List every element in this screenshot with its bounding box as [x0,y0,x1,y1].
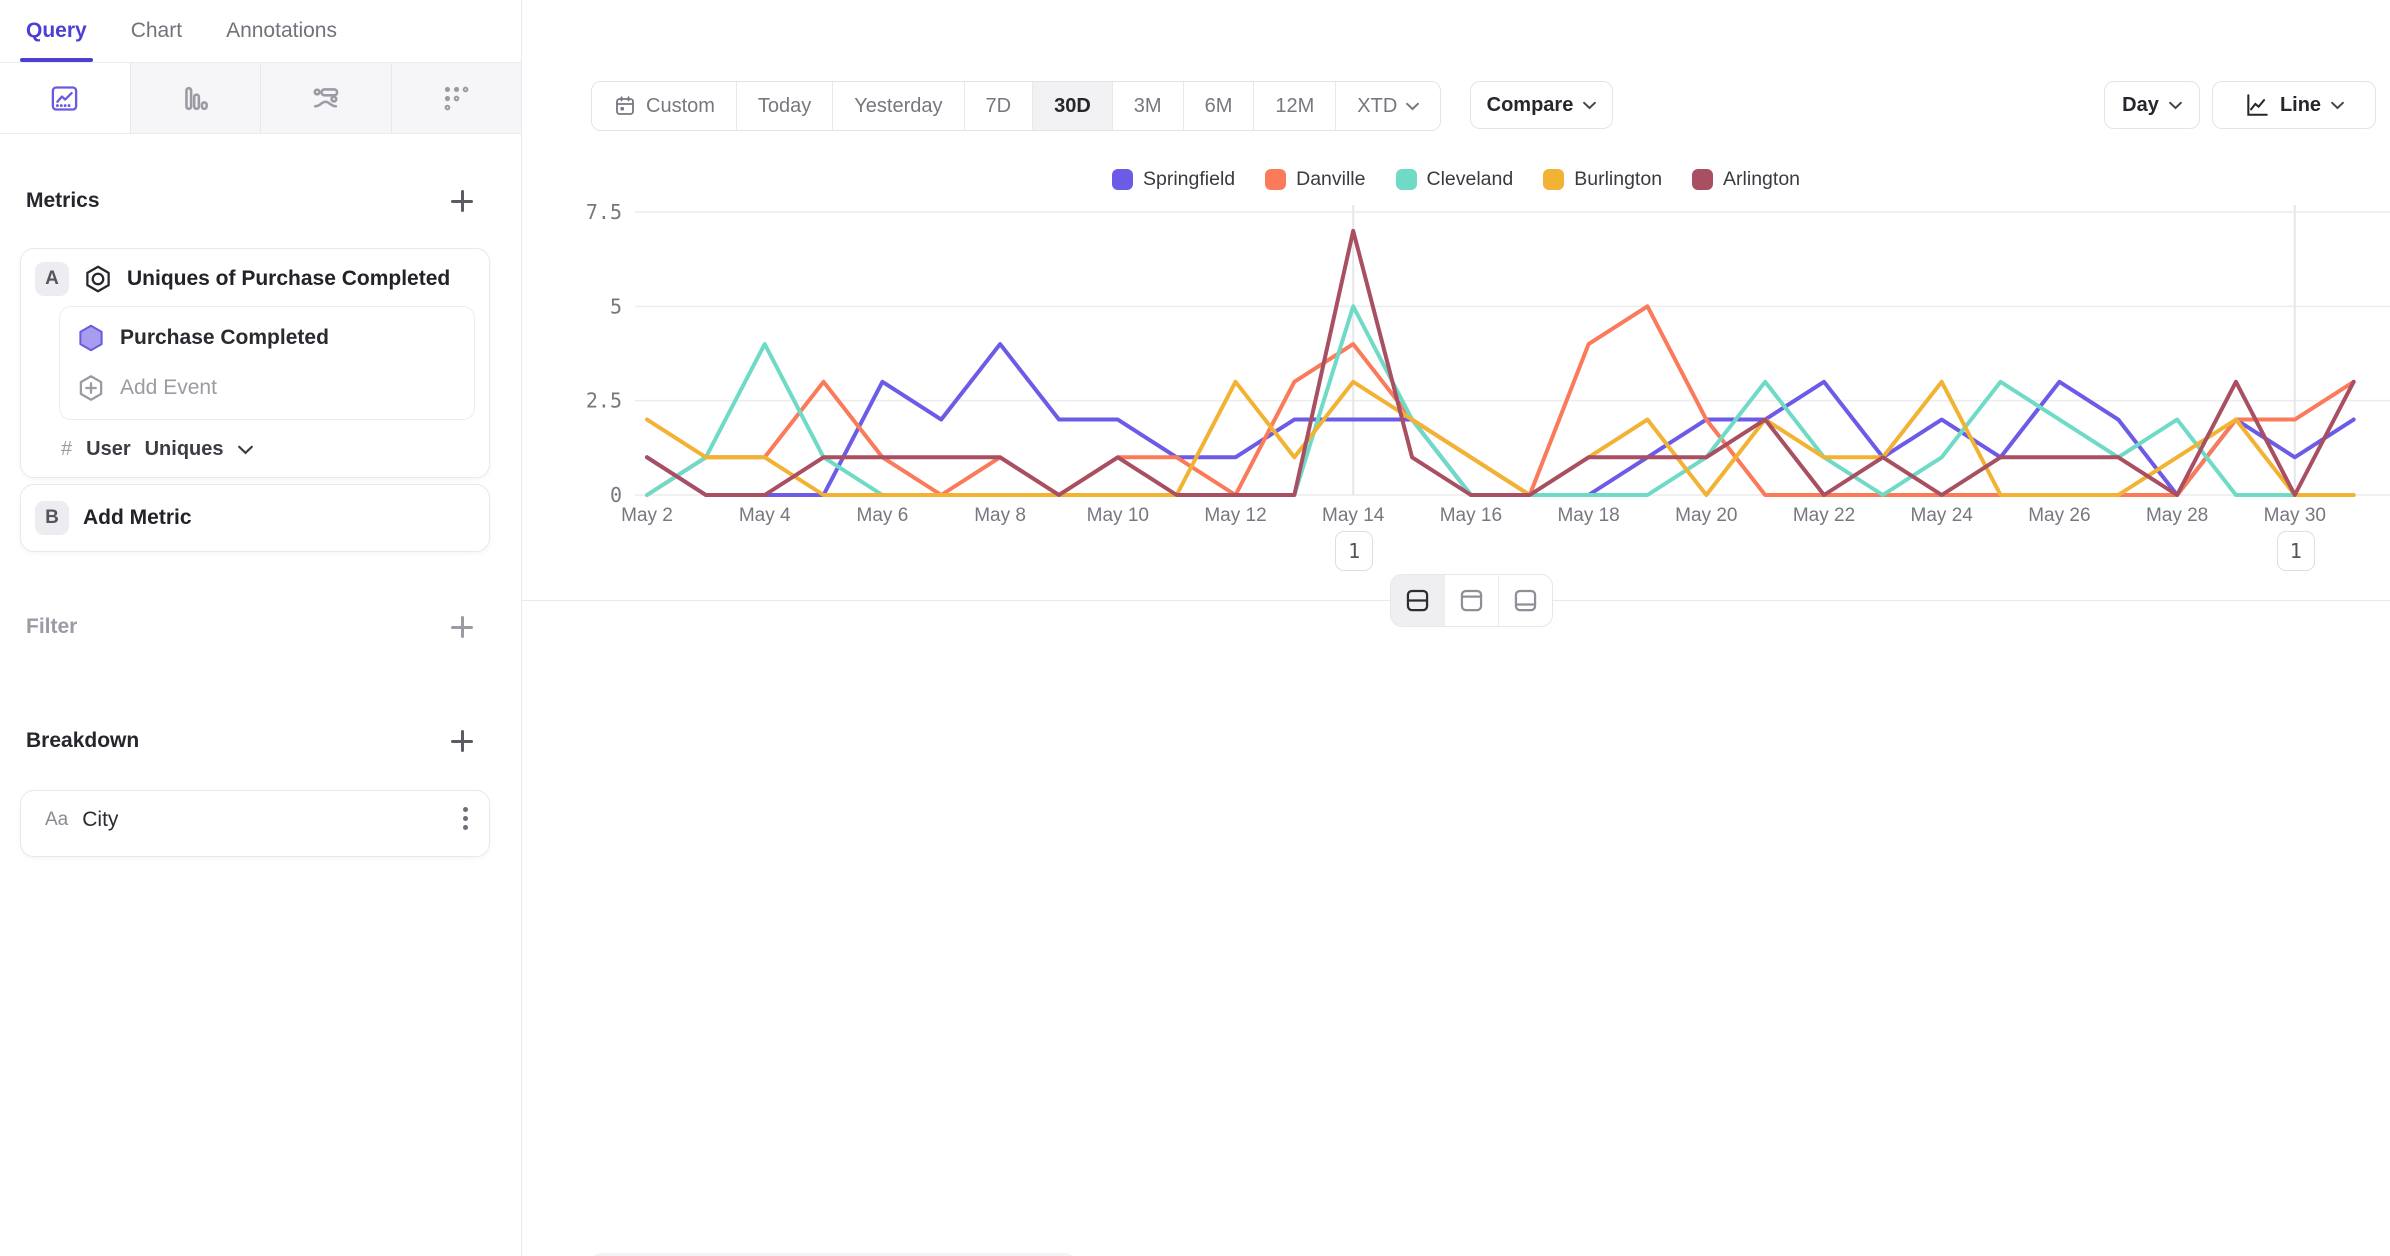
chart-type-toolbar [0,62,521,134]
measure-entity[interactable]: User [86,438,130,461]
metrics-section-header: Metrics [26,188,475,214]
add-event-label: Add Event [120,376,217,399]
breakdown-section-header: Breakdown [26,728,475,754]
filter-section-header: Filter [26,614,475,640]
svg-text:May 24: May 24 [1911,505,1974,526]
query-sidebar: Query Chart Annotations Metrics A Uniques … [0,0,522,1256]
svg-text:May 10: May 10 [1087,505,1149,526]
analytics-app: Query Chart Annotations Metrics A Uniques … [0,0,2390,1256]
sidebar-tabs: Query Chart Annotations [0,0,521,62]
metric-b-card[interactable]: B Add Metric [20,484,490,552]
table-panel: Search Dynamic Segments Metric City 948 … [522,600,2390,1256]
metric-a-card: A Uniques of Purchase Completed Purchase… [20,248,490,478]
svg-text:May 22: May 22 [1793,505,1855,526]
annotation-badge[interactable]: 1 [1335,531,1374,571]
svg-text:May 26: May 26 [2028,505,2090,526]
toolbar-stream-chart-icon[interactable] [261,63,392,133]
tab-chart[interactable]: Chart [131,0,182,62]
kebab-menu-icon[interactable] [463,807,469,833]
toolbar-line-chart-icon[interactable] [0,63,131,133]
svg-text:May 28: May 28 [2146,505,2208,526]
svg-text:May 4: May 4 [739,505,791,526]
add-metric-plus-icon[interactable] [449,188,475,214]
add-metric-label: Add Metric [83,506,192,529]
metric-hexagon-icon [83,264,113,294]
annotation-badge[interactable]: 1 [2276,531,2315,571]
hash-icon: # [61,438,73,460]
event-list-card: Purchase Completed Add Event [59,306,475,420]
measured-as-row: # User Uniques [21,420,489,477]
metric-a-badge: A [35,262,69,296]
measure-type[interactable]: Uniques [145,438,224,461]
chevron-down-icon [237,438,253,461]
svg-text:May 16: May 16 [1440,505,1502,526]
metrics-title: Metrics [26,189,100,212]
toolbar-bar-chart-icon[interactable] [131,63,261,133]
breakdown-city-card[interactable]: Aa City [20,790,490,857]
event-row-purchase-completed[interactable]: Purchase Completed [60,313,474,363]
tab-query[interactable]: Query [20,0,93,62]
filter-title: Filter [26,615,78,638]
property-type-icon: Aa [45,809,69,830]
svg-text:May 6: May 6 [857,505,909,526]
add-filter-plus-icon[interactable] [449,614,475,640]
svg-text:7.5: 7.5 [586,200,622,224]
event-hexagon-icon [76,323,106,353]
svg-text:5: 5 [610,294,622,318]
svg-text:May 18: May 18 [1557,505,1619,526]
svg-text:May 8: May 8 [974,505,1026,526]
add-event-icon [76,373,106,403]
toolbar-dots-funnel-icon[interactable] [392,63,522,133]
tab-annotations[interactable]: Annotations [226,0,337,62]
metric-b-badge: B [35,501,69,535]
svg-text:May 12: May 12 [1204,505,1266,526]
add-event-row[interactable]: Add Event [60,363,474,413]
metric-a-title[interactable]: Uniques of Purchase Completed [127,267,450,291]
svg-text:0: 0 [610,483,622,507]
svg-text:May 30: May 30 [2264,505,2326,526]
svg-text:May 14: May 14 [1322,505,1385,526]
breakdown-property-label: City [82,808,119,831]
event-label: Purchase Completed [120,326,329,349]
svg-text:May 20: May 20 [1675,505,1737,526]
line-chart[interactable]: 0 2.5 5 7.5 May 2 May 4 May 6 May 8 May 10 May 12… [522,0,2390,600]
svg-text:May 2: May 2 [621,505,673,526]
breakdown-title: Breakdown [26,729,140,752]
svg-text:2.5: 2.5 [586,389,622,413]
add-breakdown-plus-icon[interactable] [449,728,475,754]
